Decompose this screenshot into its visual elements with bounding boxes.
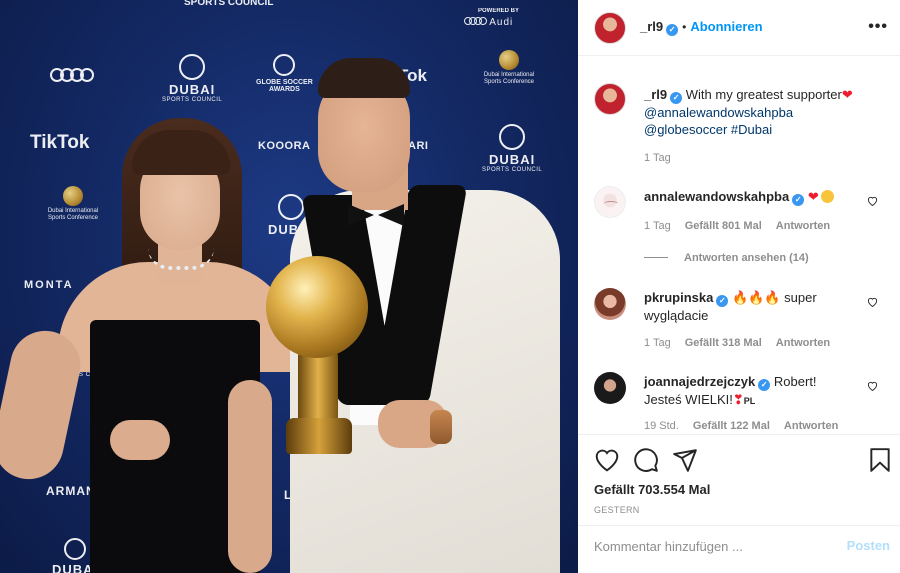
- post-sidebar: _rl9 ✓ • Abonnieren ••• _rl9 ✓ With my great…: [578, 0, 900, 573]
- woman-bangs: [132, 130, 230, 175]
- fire-emoji: 🔥🔥🔥: [731, 290, 781, 305]
- backdrop-powered-by: POWERED BY: [478, 8, 520, 14]
- reply-button[interactable]: Antworten: [776, 337, 830, 349]
- reply-button[interactable]: Antworten: [776, 220, 830, 232]
- comment-age[interactable]: 1 Tag: [644, 220, 671, 232]
- comment-like-heart-icon[interactable]: [867, 196, 878, 206]
- verified-icon: ✓: [758, 379, 771, 391]
- backdrop-montana-logo: MONTA: [24, 279, 74, 291]
- post-actions: Gefällt 703.554 Mal GESTERN Posten: [578, 434, 900, 573]
- red-heart-emoji: ❤: [807, 189, 819, 204]
- comment-like-heart-icon[interactable]: [867, 297, 878, 307]
- comment-username[interactable]: annalewandowskahpba: [644, 189, 789, 204]
- comment-meta: 1 Tag Gefällt 801 Mal Antworten: [644, 220, 830, 232]
- share-icon[interactable]: [672, 447, 698, 473]
- comment-meta: 1 Tag Gefällt 318 Mal Antworten: [644, 337, 830, 349]
- post-date[interactable]: GESTERN: [594, 505, 640, 515]
- comment-body-line2: Jesteś WIELKI!: [644, 392, 733, 407]
- comment-meta: 19 Std. Gefällt 122 Mal Antworten: [644, 420, 838, 432]
- heart-exclamation-emoji: ❣: [732, 392, 744, 407]
- comment-avatar[interactable]: [594, 372, 626, 404]
- golden-globe-trophy: [266, 256, 368, 358]
- comment-age[interactable]: 19 Std.: [644, 420, 679, 432]
- backdrop-conference-logo-2: Dubai International Sports Conference: [44, 186, 102, 222]
- comment-avatar[interactable]: [594, 288, 626, 320]
- mention-anna[interactable]: @annalewandowskahpba: [644, 105, 793, 120]
- backdrop-audi-logo: Audi: [464, 17, 513, 28]
- reply-line: [644, 257, 668, 258]
- comment-icon[interactable]: [633, 447, 659, 473]
- caption-avatar[interactable]: [594, 83, 626, 115]
- comment-composer: Posten: [578, 525, 900, 573]
- heart-icon[interactable]: [594, 447, 620, 473]
- comment-body-line2: wyglądacie: [644, 308, 709, 323]
- backdrop-audi-rings: [50, 68, 96, 85]
- comment-likes[interactable]: Gefällt 801 Mal: [685, 220, 762, 232]
- comment-age[interactable]: 1 Tag: [644, 337, 671, 349]
- follow-button[interactable]: Abonnieren: [690, 19, 762, 34]
- author-avatar[interactable]: [594, 12, 626, 44]
- verified-icon: ✓: [716, 295, 729, 307]
- woman-right-arm: [228, 380, 272, 573]
- post-button[interactable]: Posten: [847, 538, 890, 553]
- comment-text: joannajedrzejczyk ✓ Robert! Jesteś WIELKI…: [644, 373, 864, 410]
- man-hair: [318, 58, 410, 98]
- comment-text: pkrupinska ✓ 🔥🔥🔥 super wyglądacie: [644, 289, 864, 324]
- trophy-base: [286, 418, 352, 454]
- comment-likes[interactable]: Gefällt 318 Mal: [685, 337, 762, 349]
- comment-text: annalewandowskahpba ✓ ❤: [644, 188, 864, 206]
- verified-icon: ✓: [670, 92, 683, 104]
- verified-icon: ✓: [792, 194, 805, 206]
- view-replies-label: Antworten ansehen (14): [684, 252, 809, 264]
- caption: _rl9 ✓ With my greatest supporter❤ @annal…: [578, 57, 900, 167]
- post-photo[interactable]: SPORTS COUNCIL POWERED BY Audi DUBAI SPOR…: [0, 0, 578, 573]
- woman-hand: [110, 420, 170, 460]
- comment-body: Robert!: [773, 374, 817, 389]
- trophy-stem: [298, 352, 338, 422]
- backdrop-conference-logo: Dubai International Sports Conference: [478, 50, 540, 86]
- bowtie: [348, 204, 404, 226]
- post-header: _rl9 ✓ • Abonnieren •••: [578, 0, 900, 56]
- like-count[interactable]: Gefällt 703.554 Mal: [594, 482, 710, 497]
- backdrop-globe-soccer-logo: GLOBE SOCCER AWARDS: [256, 54, 313, 93]
- woman-left-arm: [0, 324, 87, 486]
- comment-item: pkrupinska ✓ 🔥🔥🔥 super wyglądacie 1 Tag Ge…: [578, 286, 900, 356]
- comments-list[interactable]: _rl9 ✓ With my greatest supporter❤ @annal…: [578, 57, 900, 434]
- backdrop-tiktok-logo-2: TikTok: [30, 132, 90, 153]
- separator-dot: •: [682, 20, 687, 34]
- author-username[interactable]: _rl9: [640, 19, 663, 34]
- author-line: _rl9 ✓ • Abonnieren: [640, 19, 763, 36]
- caption-username[interactable]: _rl9: [644, 87, 667, 102]
- caption-body: With my greatest supporter: [685, 87, 842, 102]
- caption-age[interactable]: 1 Tag: [644, 152, 671, 164]
- poland-flag-emoji: PL: [743, 396, 756, 406]
- comment-username[interactable]: joannajedrzejczyk: [644, 374, 755, 389]
- more-icon[interactable]: •••: [868, 18, 888, 36]
- view-replies-button[interactable]: Antworten ansehen (14): [644, 252, 809, 264]
- bookmark-icon[interactable]: [867, 447, 893, 473]
- mention-globesoccer[interactable]: @globesoccer: [644, 122, 727, 137]
- wristwatch: [430, 410, 452, 444]
- backdrop-dubai-logo-2: DUBAI SPORTS COUNCIL: [482, 124, 542, 173]
- comment-body: super: [784, 290, 817, 305]
- comment-likes[interactable]: Gefällt 122 Mal: [693, 420, 770, 432]
- comment-like-heart-icon[interactable]: [867, 381, 878, 391]
- comment-item: annalewandowskahpba ✓ ❤ 1 Tag Gefällt 801 …: [578, 182, 900, 264]
- blush-emoji: [820, 190, 834, 203]
- backdrop-kooora-logo: KOOORA: [258, 140, 311, 152]
- hashtag-dubai[interactable]: #Dubai: [731, 122, 772, 137]
- verified-icon: ✓: [666, 24, 679, 36]
- comment-input[interactable]: [594, 539, 834, 554]
- comment-avatar[interactable]: [594, 186, 626, 218]
- comment-item: joannajedrzejczyk ✓ Robert! Jesteś WIELKI…: [578, 370, 900, 434]
- comment-username[interactable]: pkrupinska: [644, 290, 713, 305]
- backdrop-ari-logo: ARI: [408, 140, 429, 152]
- backdrop-dubai-logo: DUBAI SPORTS COUNCIL: [162, 54, 222, 103]
- backdrop-sports-council-logo: SPORTS COUNCIL: [184, 0, 274, 8]
- red-heart-emoji: ❤: [841, 87, 853, 102]
- reply-button[interactable]: Antworten: [784, 420, 838, 432]
- caption-text: _rl9 ✓ With my greatest supporter❤ @annal…: [644, 86, 884, 138]
